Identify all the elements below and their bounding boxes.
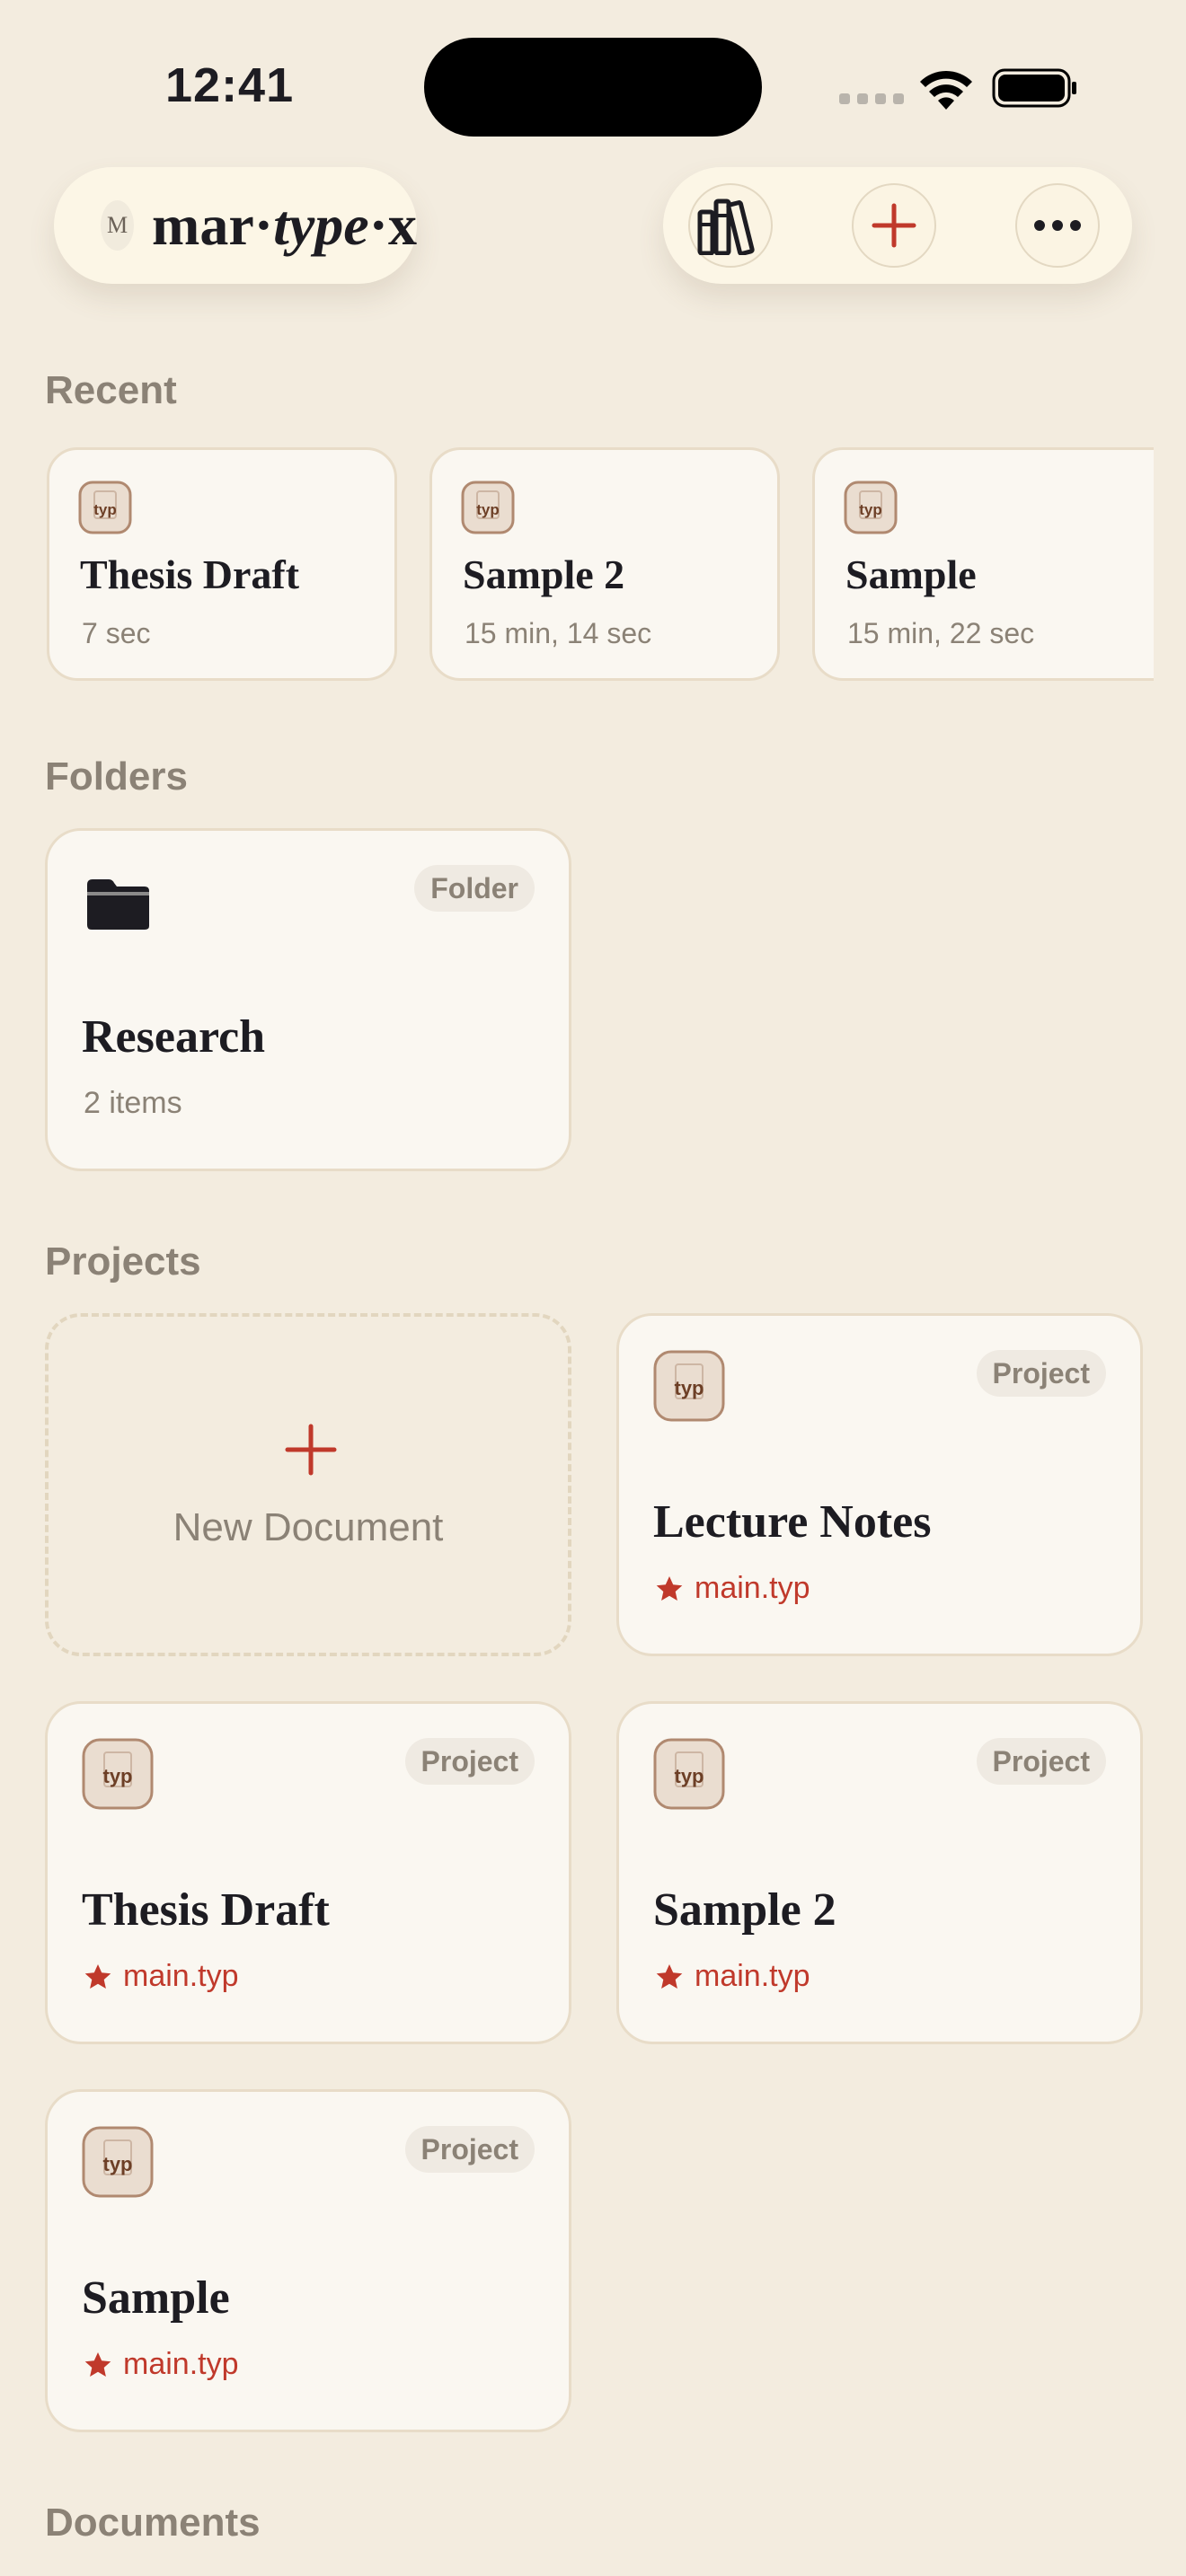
main-file-name: main.typ — [123, 1959, 239, 1993]
new-document-label: New Document — [173, 1505, 444, 1549]
project-card[interactable]: typ Project Lecture Notes main.typ — [616, 1313, 1143, 1656]
section-title-recent: Recent — [45, 368, 177, 412]
add-button[interactable] — [852, 183, 936, 268]
svg-text:typ: typ — [859, 501, 882, 518]
recent-card-title: Thesis Draft — [80, 551, 300, 597]
dynamic-island — [424, 38, 762, 137]
logo-part-3: ·x — [368, 193, 417, 257]
project-title: Sample — [82, 2272, 230, 2324]
recent-card-title: Sample 2 — [463, 551, 625, 597]
star-icon — [656, 1963, 683, 1989]
books-icon — [697, 198, 755, 255]
typ-document-icon: typ — [653, 1350, 725, 1422]
main-file-name: main.typ — [695, 1959, 810, 1993]
recent-card-time: 15 min, 22 sec — [847, 617, 1035, 649]
project-badge: Project — [404, 2126, 535, 2173]
project-title: Sample 2 — [653, 1884, 836, 1936]
project-main-file: main.typ — [655, 1959, 810, 1994]
folder-card[interactable]: Folder Research 2 items — [45, 828, 571, 1171]
project-badge: Project — [976, 1738, 1106, 1785]
svg-text:typ: typ — [103, 2153, 133, 2175]
project-title: Lecture Notes — [653, 1496, 932, 1548]
more-icon — [1034, 220, 1081, 231]
svg-text:typ: typ — [476, 501, 500, 518]
project-main-file: main.typ — [655, 1571, 810, 1606]
typ-document-icon: typ — [82, 2126, 154, 2198]
new-document-button[interactable]: New Document — [45, 1313, 571, 1656]
status-time: 12:41 — [165, 58, 295, 112]
recent-card[interactable]: typ Sample 15 min, 22 sec — [812, 447, 1154, 681]
project-card[interactable]: typ Project Sample main.typ — [45, 2089, 571, 2432]
recent-card-time: 15 min, 14 sec — [465, 617, 652, 649]
logo-text: mar·type·x — [152, 192, 417, 259]
plus-icon — [285, 1424, 337, 1476]
star-icon — [656, 1575, 683, 1601]
project-card[interactable]: typ Project Thesis Draft main.typ — [45, 1701, 571, 2044]
library-button[interactable] — [688, 183, 773, 268]
cellular-signal-icon — [839, 93, 904, 104]
svg-text:typ: typ — [675, 1765, 704, 1787]
project-badge: Project — [404, 1738, 535, 1785]
plus-icon — [872, 203, 916, 248]
typ-document-icon: typ — [844, 481, 898, 534]
section-title-projects: Projects — [45, 1239, 201, 1284]
typ-document-icon: typ — [653, 1738, 725, 1810]
project-title: Thesis Draft — [82, 1884, 330, 1936]
logo-part-1: mar· — [152, 193, 274, 257]
star-icon — [84, 2351, 111, 2377]
logo-badge: M — [101, 200, 134, 251]
folder-item-count: 2 items — [84, 1086, 182, 1120]
battery-icon — [992, 68, 1076, 108]
typ-document-icon: typ — [461, 481, 515, 534]
recent-card-title: Sample — [845, 551, 977, 597]
recent-card[interactable]: typ Sample 2 15 min, 14 sec — [429, 447, 780, 681]
wifi-icon — [920, 70, 972, 110]
folder-title: Research — [82, 1011, 266, 1063]
svg-text:typ: typ — [103, 1765, 133, 1787]
app-logo[interactable]: M mar·type·x — [54, 167, 417, 284]
header-actions — [663, 167, 1132, 284]
section-title-folders: Folders — [45, 754, 188, 798]
star-icon — [84, 1963, 111, 1989]
typ-document-icon: typ — [78, 481, 132, 534]
typ-document-icon: typ — [82, 1738, 154, 1810]
main-file-name: main.typ — [123, 2347, 239, 2381]
recent-card-time: 7 sec — [82, 617, 151, 649]
project-main-file: main.typ — [84, 1959, 239, 1994]
svg-text:typ: typ — [93, 501, 117, 518]
folder-badge: Folder — [414, 865, 535, 912]
section-title-documents: Documents — [45, 2501, 261, 2545]
project-card[interactable]: typ Project Sample 2 main.typ — [616, 1701, 1143, 2044]
svg-text:typ: typ — [675, 1377, 704, 1399]
logo-part-2: type — [273, 193, 369, 257]
project-badge: Project — [976, 1350, 1106, 1397]
project-main-file: main.typ — [84, 2347, 239, 2382]
main-file-name: main.typ — [695, 1571, 810, 1605]
recent-card[interactable]: typ Thesis Draft 7 sec — [47, 447, 397, 681]
folder-icon — [87, 879, 149, 930]
more-button[interactable] — [1015, 183, 1100, 268]
